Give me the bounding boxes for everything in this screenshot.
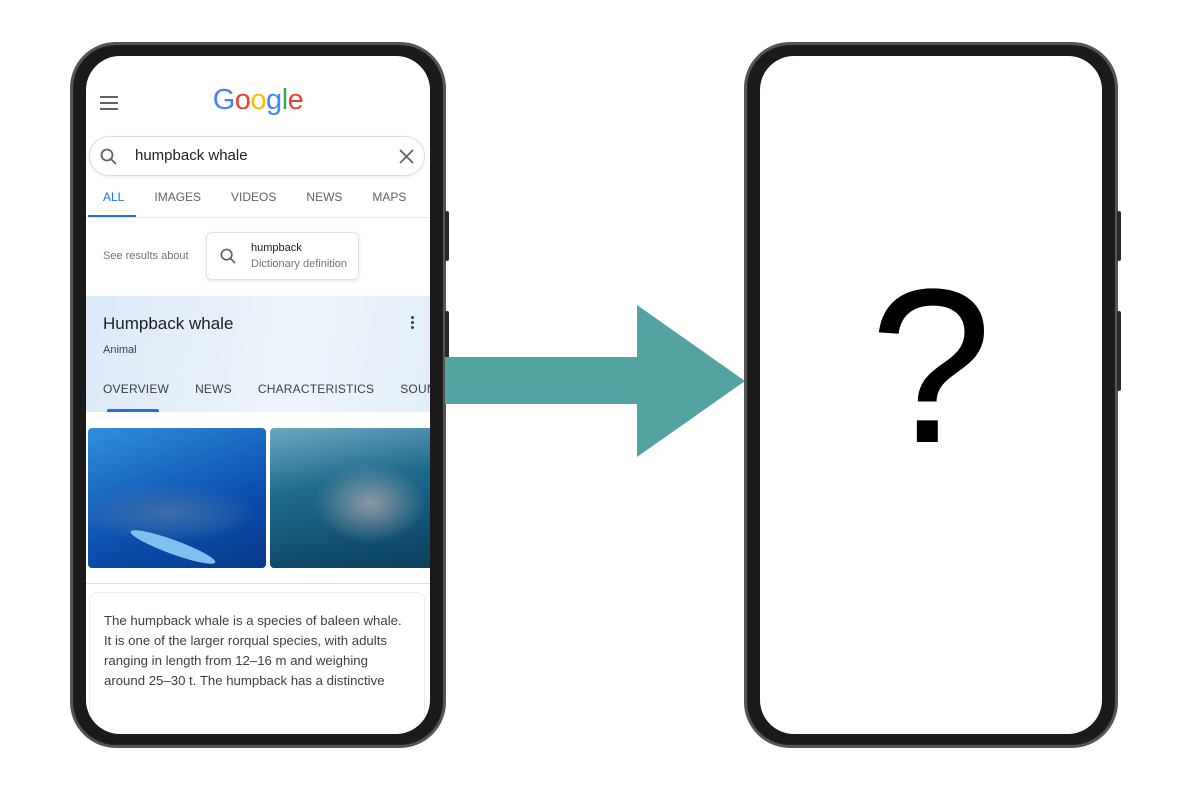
divider bbox=[86, 583, 430, 584]
kp-tab-characteristics[interactable]: CHARACTERISTICS bbox=[258, 382, 374, 396]
see-results-label: See results about bbox=[103, 250, 189, 262]
tab-all[interactable]: ALL bbox=[86, 190, 137, 217]
dictionary-chip[interactable]: humpback Dictionary definition bbox=[206, 232, 359, 280]
logo-letter: g bbox=[266, 84, 282, 116]
tab-images[interactable]: IMAGES bbox=[137, 190, 201, 217]
search-input[interactable]: humpback whale bbox=[135, 147, 248, 164]
phone-side-button bbox=[1117, 311, 1121, 391]
more-options-icon[interactable] bbox=[411, 316, 414, 329]
tab-videos[interactable]: VIDEOS bbox=[214, 190, 276, 217]
tab-maps[interactable]: MAPS bbox=[355, 190, 406, 217]
logo-letter: e bbox=[287, 84, 304, 116]
search-bar[interactable]: humpback whale bbox=[89, 136, 425, 176]
google-logo: Google bbox=[86, 84, 430, 117]
kp-subtitle: Animal bbox=[103, 344, 137, 356]
kp-tab-news[interactable]: NEWS bbox=[195, 382, 232, 396]
right-phone: ? bbox=[744, 42, 1121, 748]
phone-screen: Google humpback whale ALL IMAGES VIDEOS NEW… bbox=[86, 56, 430, 734]
chip-title: humpback bbox=[251, 242, 302, 254]
search-icon bbox=[220, 248, 236, 264]
description-text: The humpback whale is a species of balee… bbox=[104, 613, 402, 688]
logo-letter: G bbox=[212, 84, 236, 116]
description-card: The humpback whale is a species of balee… bbox=[89, 592, 425, 734]
tab-s[interactable]: S bbox=[419, 190, 430, 217]
arrow-right-icon bbox=[445, 305, 745, 457]
question-mark: ? bbox=[869, 243, 993, 489]
whale-image[interactable] bbox=[270, 428, 430, 568]
phone-side-button bbox=[445, 211, 449, 261]
kp-tab-indicator bbox=[107, 409, 159, 412]
kp-tabs: OVERVIEW NEWS CHARACTERISTICS SOUNDS bbox=[103, 382, 430, 396]
whale-image[interactable] bbox=[88, 428, 266, 568]
search-icon bbox=[100, 148, 117, 165]
kp-tab-overview[interactable]: OVERVIEW bbox=[103, 382, 169, 396]
kp-tab-sounds[interactable]: SOUNDS bbox=[400, 382, 430, 396]
phone-side-button bbox=[1117, 211, 1121, 261]
logo-letter: o bbox=[234, 84, 251, 116]
logo-letter: o bbox=[250, 84, 267, 116]
kp-title: Humpback whale bbox=[103, 314, 234, 333]
tab-news[interactable]: NEWS bbox=[289, 190, 342, 217]
left-phone: Google humpback whale ALL IMAGES VIDEOS NEW… bbox=[70, 42, 449, 748]
close-icon[interactable] bbox=[399, 149, 414, 164]
phone-screen: ? bbox=[760, 56, 1102, 734]
search-tabs: ALLIMAGES VIDEOS NEWS MAPS S bbox=[86, 190, 430, 218]
chip-subtitle: Dictionary definition bbox=[251, 258, 347, 270]
knowledge-panel-header: Humpback whale Animal OVERVIEW NEWS CHARAC… bbox=[86, 296, 430, 412]
